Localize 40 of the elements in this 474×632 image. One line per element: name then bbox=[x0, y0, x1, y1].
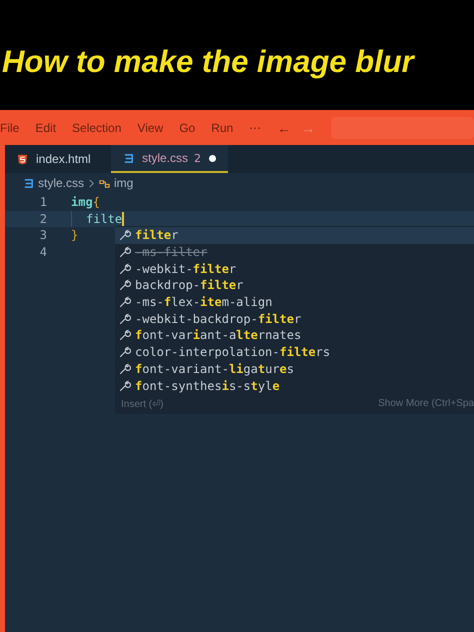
code-token: img bbox=[71, 195, 93, 210]
suggestion-item[interactable]: font-variant-ligatures bbox=[115, 360, 474, 378]
wrench-icon bbox=[119, 312, 131, 325]
line-number: 2 bbox=[38, 212, 48, 226]
wrench-icon bbox=[119, 229, 131, 242]
code-token: { bbox=[92, 195, 100, 210]
line-number: 3 bbox=[38, 228, 48, 242]
breadcrumb-item[interactable]: style.css bbox=[38, 176, 84, 190]
suggestion-item[interactable]: -ms-filter bbox=[115, 244, 474, 260]
wrench-icon bbox=[119, 296, 131, 308]
line-number: 1 bbox=[38, 195, 48, 210]
insert-hint: Insert (⏎) bbox=[121, 398, 164, 410]
suggestion-item[interactable]: -webkit-filter bbox=[115, 260, 474, 278]
suggestion-item[interactable]: -ms-flex-item-align bbox=[115, 294, 474, 310]
wrench-icon bbox=[119, 246, 131, 258]
suggestion-item[interactable]: backdrop-filter bbox=[115, 277, 474, 294]
code-token: filte bbox=[86, 212, 122, 226]
code-token: } bbox=[71, 228, 78, 242]
text-cursor bbox=[122, 212, 124, 226]
suggestion-item[interactable]: -webkit-backdrop-filter bbox=[115, 310, 474, 328]
chevron-icon bbox=[88, 178, 96, 188]
wrench-icon bbox=[119, 262, 131, 275]
wrench-icon bbox=[119, 380, 131, 392]
css-file-icon bbox=[123, 152, 134, 164]
suggestion-item[interactable]: filter bbox=[115, 227, 474, 244]
wrench-icon bbox=[119, 279, 131, 292]
editor-tab[interactable]: index.html bbox=[5, 145, 111, 173]
wrench-icon bbox=[119, 346, 131, 358]
symbol-icon bbox=[99, 178, 110, 188]
video-title: How to make the image blur bbox=[1, 44, 414, 80]
suggestion-item[interactable]: color-interpolation-filters bbox=[115, 344, 474, 360]
wrench-icon bbox=[119, 329, 131, 342]
breadcrumb-item[interactable]: img bbox=[114, 176, 134, 190]
css-file-icon bbox=[23, 178, 34, 188]
html-file-icon bbox=[17, 154, 28, 164]
editor-tab[interactable]: style.css 2 bbox=[111, 145, 228, 173]
suggestion-item[interactable]: font-variant-alternates bbox=[115, 327, 474, 344]
line-number: 4 bbox=[38, 244, 48, 259]
wrench-icon bbox=[119, 362, 131, 375]
suggestion-item[interactable]: font-synthesis-style bbox=[115, 377, 474, 394]
